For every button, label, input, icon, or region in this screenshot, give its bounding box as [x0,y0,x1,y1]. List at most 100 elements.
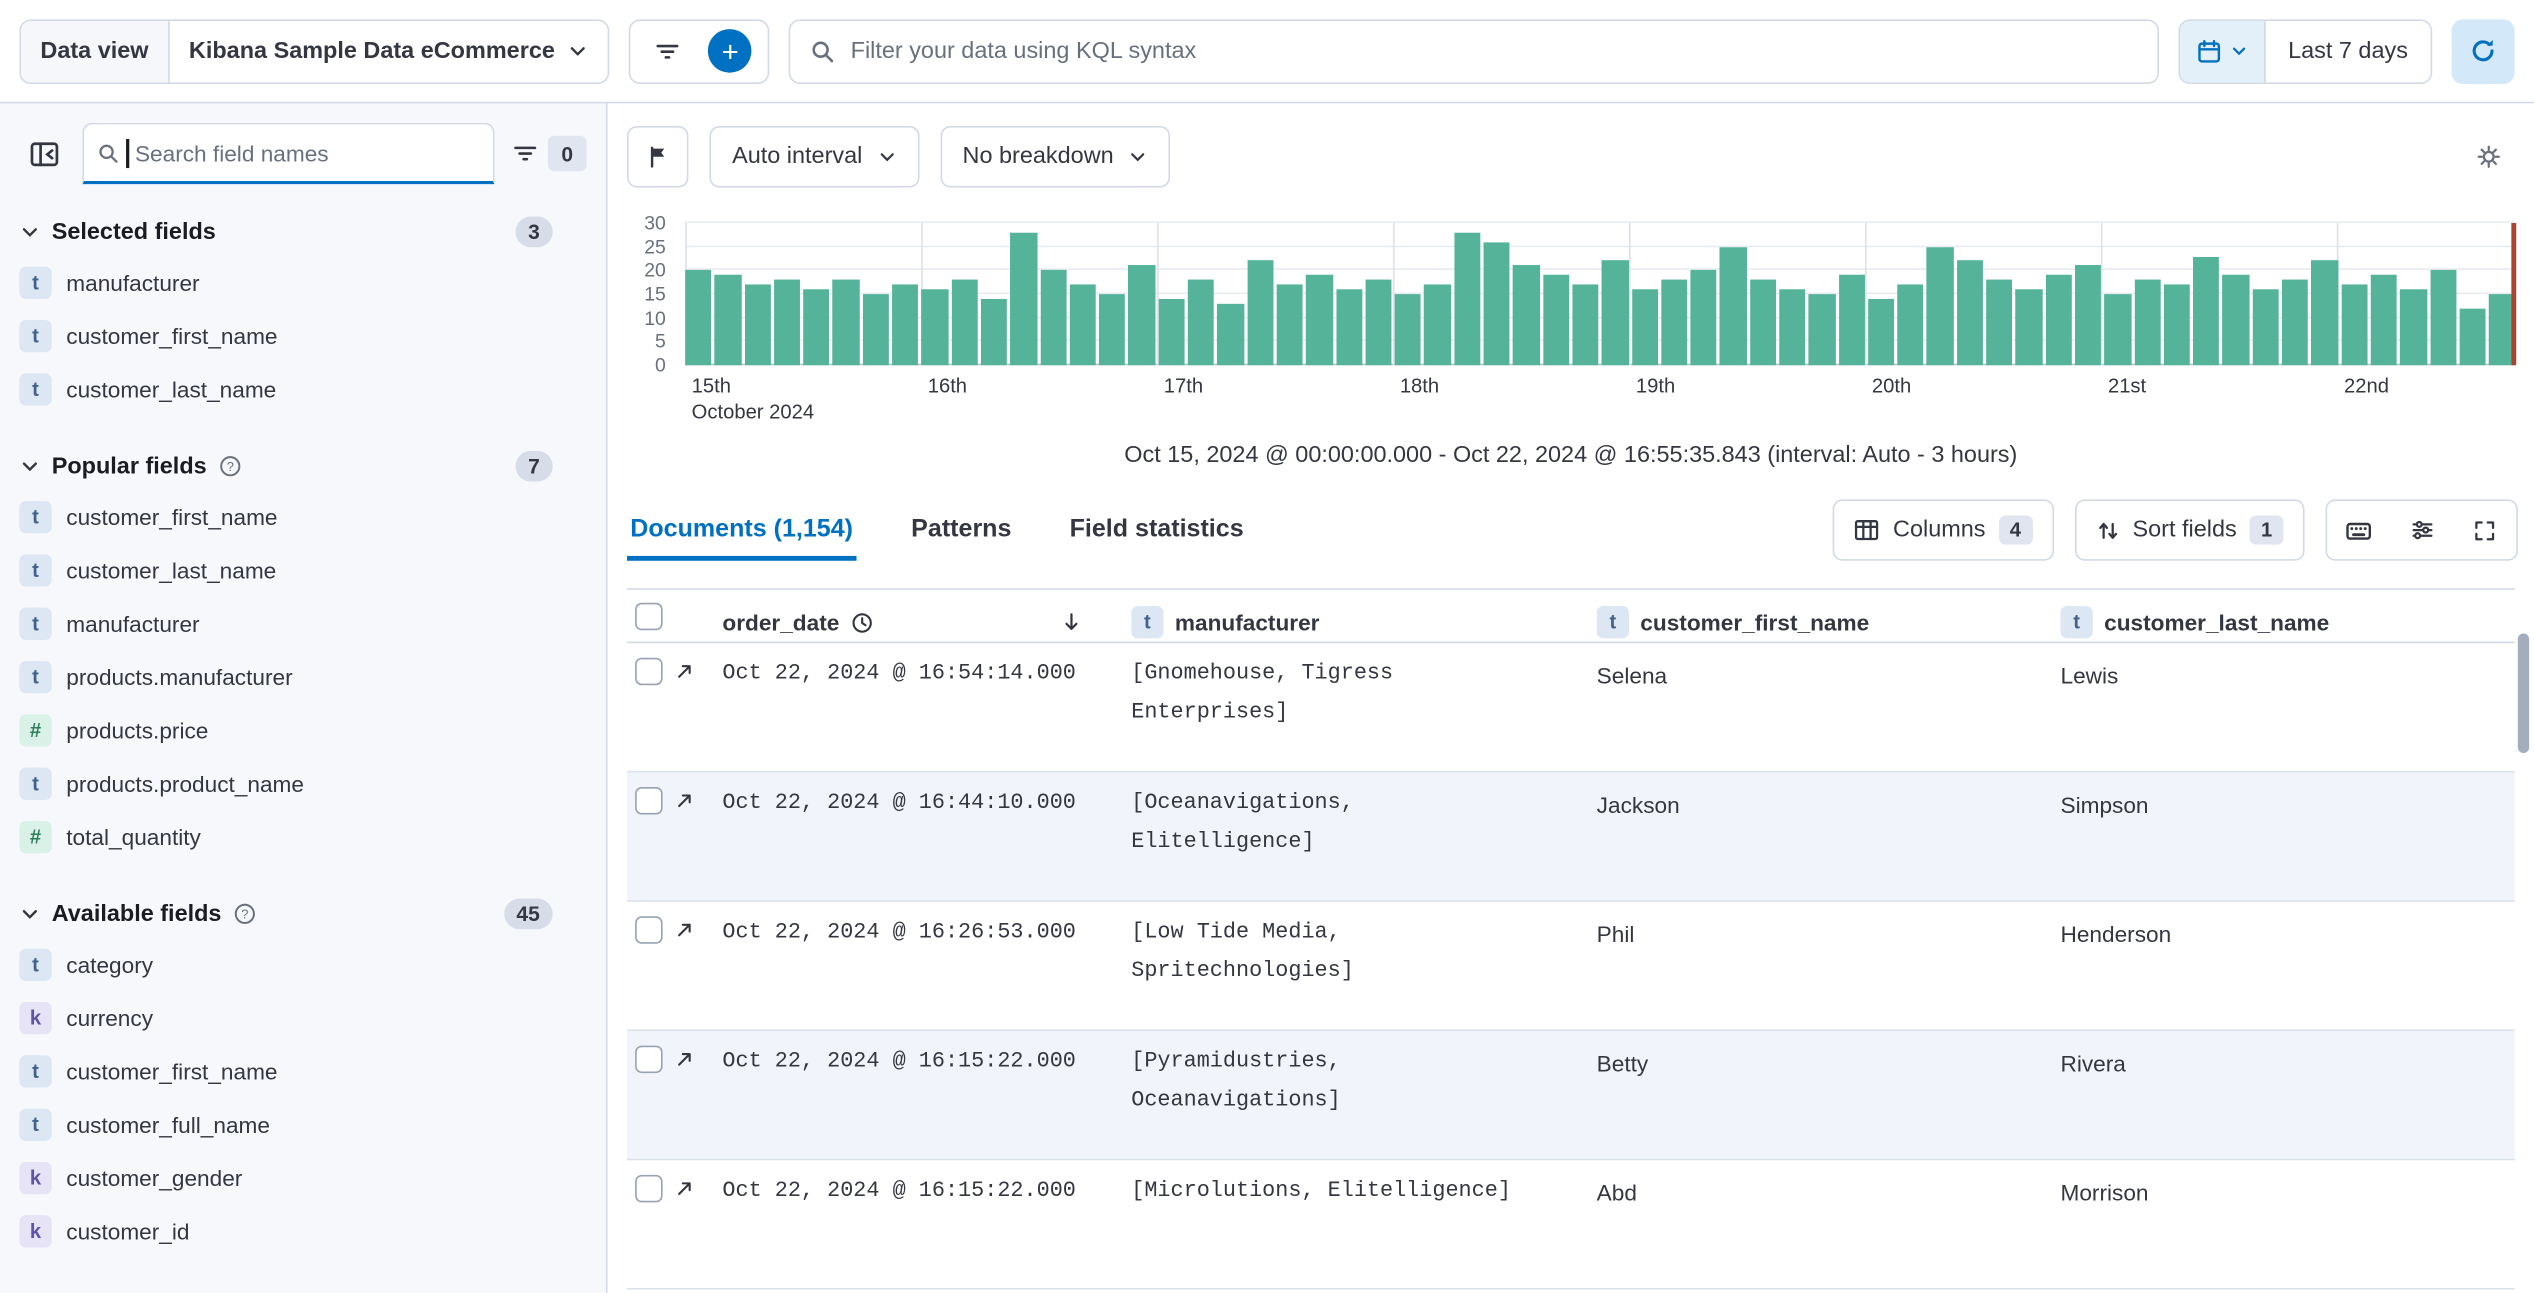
field-type-icon: # [19,820,52,853]
cell-manufacturer[interactable]: [Microlutions, Elitelligence] [1131,1160,1596,1288]
field-item[interactable]: t manufacturer [19,255,552,308]
section-toggle[interactable]: Available fields [19,901,221,927]
display-options-button[interactable] [2390,501,2453,559]
kibana-discover-app: Data view Kibana Sample Data eCommerce + [0,0,2534,1293]
histogram-bar [1749,279,1777,366]
svg-text:?: ? [241,906,248,921]
sort-fields-button[interactable]: Sort fields 1 [2074,499,2305,561]
field-item[interactable]: t customer_first_name [19,1044,552,1097]
field-section: Popular fields ? 7 t customer_first_name… [19,450,553,863]
field-item[interactable]: k currency [19,991,552,1044]
field-item[interactable]: t customer_last_name [19,543,552,596]
cell-customer-first-name[interactable]: Phil [1597,902,2061,1030]
cell-customer-first-name[interactable]: Selena [1597,643,2061,771]
expand-row-button[interactable] [674,787,695,811]
search-icon [810,38,836,64]
tab-patterns[interactable]: Patterns [908,499,1015,560]
row-checkbox[interactable] [635,657,663,686]
data-view-button[interactable]: Kibana Sample Data eCommerce [170,20,609,81]
expand-row-button[interactable] [674,1046,695,1070]
expand-row-button[interactable] [674,916,695,940]
cell-customer-last-name[interactable]: Henderson [2060,902,2514,1030]
cell-manufacturer[interactable]: [Oceanavigations, Elitelligence] [1131,772,1596,900]
row-checkbox[interactable] [635,787,663,815]
tab-documents[interactable]: Documents (1,154) [627,499,856,561]
row-checkbox[interactable] [635,1045,663,1074]
interval-dropdown[interactable]: Auto interval [709,126,919,188]
field-item[interactable]: t customer_last_name [19,362,552,415]
field-item[interactable]: t category [19,937,552,990]
field-item[interactable]: k customer_gender [19,1151,552,1204]
cell-order-date[interactable]: Oct 22, 2024 @ 16:26:53.000 [722,902,1131,1030]
sort-descending-icon[interactable] [1060,611,1083,634]
chart-options-button[interactable] [2463,131,2515,183]
interval-label: Auto interval [732,143,863,170]
collapse-sidebar-button[interactable] [19,129,67,177]
cell-manufacturer[interactable]: [Gnomehouse, Tigress Enterprises] [1131,643,1596,771]
fullscreen-icon [2473,518,2497,542]
kql-search-bar [789,18,2159,84]
section-toggle[interactable]: Selected fields [19,219,216,245]
add-filter-button[interactable]: + [708,29,753,73]
table-row: Oct 22, 2024 @ 16:15:22.000 [Pyramidustr… [627,1031,2515,1161]
data-view-label: Data view [21,20,170,82]
field-item[interactable]: t manufacturer [19,596,552,649]
expand-row-button[interactable] [674,1175,695,1199]
help-icon[interactable]: ? [218,454,242,478]
select-all-checkbox[interactable] [635,601,663,630]
field-filter-button[interactable]: 0 [509,135,590,172]
histogram-bar [2252,289,2279,366]
column-header-order_date[interactable]: order_date [722,590,1131,642]
filter-button[interactable] [641,22,696,80]
cell-customer-first-name[interactable]: Jackson [1597,772,2061,900]
cell-customer-first-name[interactable]: Betty [1597,1031,2061,1159]
x-tick-label: 15th October 2024 [691,374,815,424]
column-header-customer_last_name[interactable]: t customer_last_name [2060,590,2514,642]
cell-customer-last-name[interactable]: Simpson [2060,772,2514,900]
keyboard-shortcuts-button[interactable] [2327,501,2390,559]
histogram-bar [1690,270,1717,366]
column-header-customer_first_name[interactable]: t customer_first_name [1596,590,2061,642]
cell-order-date[interactable]: Oct 22, 2024 @ 16:54:14.000 [722,643,1131,771]
field-item[interactable]: t customer_first_name [19,309,552,362]
cell-order-date[interactable]: Oct 22, 2024 @ 16:15:22.000 [722,1031,1131,1159]
cell-order-date[interactable]: Oct 22, 2024 @ 16:44:10.000 [722,772,1131,900]
cell-customer-last-name[interactable]: Lewis [2060,643,2514,771]
field-item[interactable]: # products.price [19,703,552,756]
date-range-button[interactable]: Last 7 days [2265,20,2430,81]
cell-manufacturer[interactable]: [Pyramidustries, Oceanavigations] [1131,1031,1596,1159]
row-checkbox[interactable] [635,916,663,944]
field-item[interactable]: t products.manufacturer [19,650,552,703]
breakdown-dropdown[interactable]: No breakdown [939,126,1171,188]
chart-plot[interactable] [685,221,2517,366]
cell-customer-first-name[interactable]: Abd [1597,1160,2061,1288]
cell-customer-last-name[interactable]: Rivera [2060,1031,2514,1159]
cell-order-date[interactable]: Oct 22, 2024 @ 16:15:22.000 [722,1160,1131,1288]
column-name: order_date [722,609,840,636]
expand-row-button[interactable] [674,658,695,682]
edit-visualization-button[interactable] [627,126,689,188]
scrollbar-thumb[interactable] [2517,633,2530,754]
field-search-input[interactable] [134,139,480,166]
cell-manufacturer[interactable]: [Low Tide Media, Spritechnologies] [1131,902,1596,1030]
row-checkbox[interactable] [635,1174,663,1203]
help-icon[interactable]: ? [233,902,257,926]
field-item[interactable]: t products.product_name [19,756,552,809]
field-type-icon: t [19,766,52,800]
date-quick-select-button[interactable] [2179,20,2266,82]
field-item[interactable]: t customer_first_name [19,490,552,543]
kql-search-input[interactable] [850,37,2138,64]
field-name: customer_first_name [66,503,278,530]
columns-button[interactable]: Columns 4 [1833,499,2054,561]
column-header-manufacturer[interactable]: t manufacturer [1131,590,1596,642]
field-item[interactable]: t customer_full_name [19,1097,552,1150]
tab-field-statistics[interactable]: Field statistics [1066,499,1246,560]
cell-customer-last-name[interactable]: Morrison [2060,1160,2514,1288]
section-toggle[interactable]: Popular fields [19,453,207,479]
histogram-bar [2281,279,2309,366]
field-item[interactable]: # total_quantity [19,810,552,863]
field-name: customer_last_name [66,375,277,402]
field-item[interactable]: k customer_id [19,1204,552,1257]
refresh-button[interactable] [2451,18,2515,84]
fullscreen-button[interactable] [2453,501,2516,559]
